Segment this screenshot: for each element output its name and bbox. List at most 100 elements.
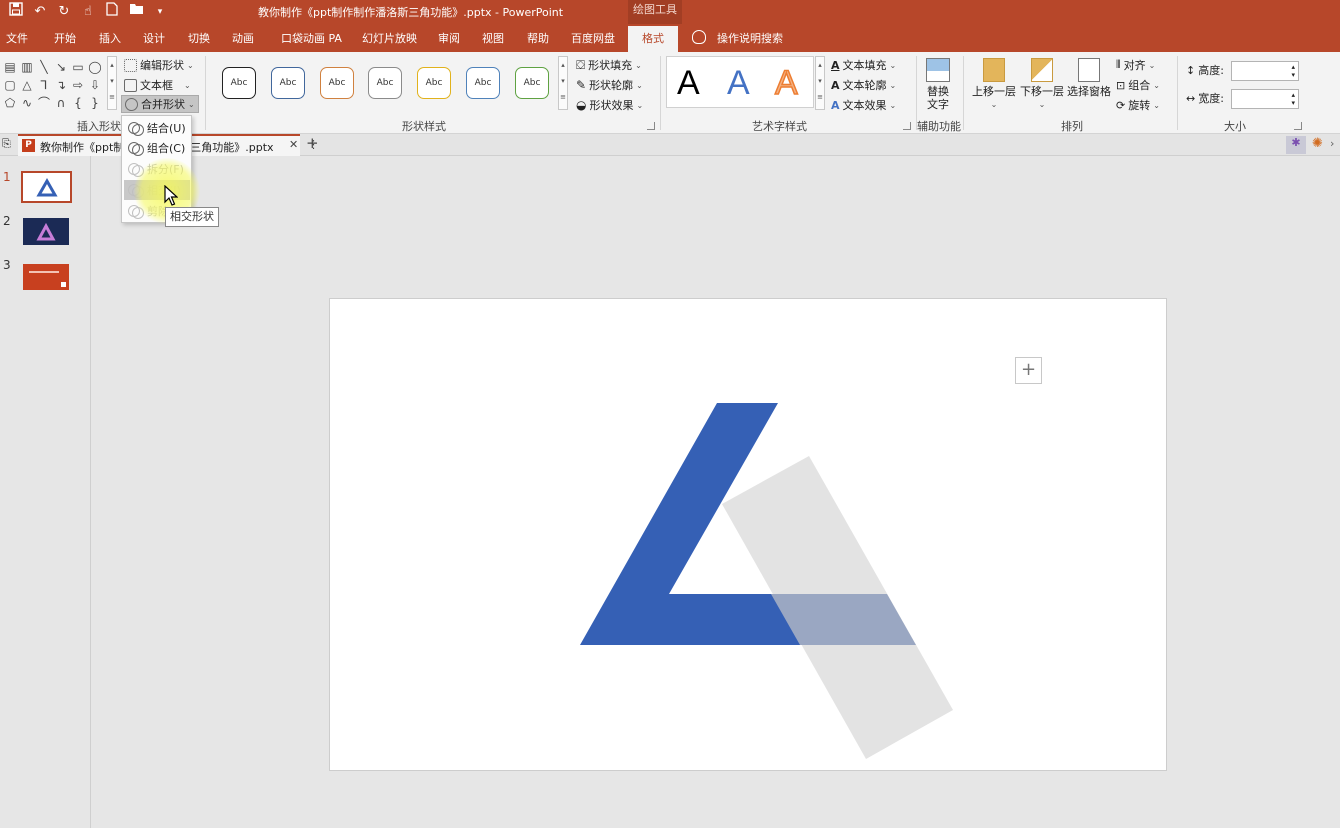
- right-arrow-shape-icon[interactable]: ⇨: [70, 76, 86, 94]
- tab-transitions[interactable]: 切换: [188, 30, 210, 46]
- rectangle-shape-icon[interactable]: ▭: [70, 58, 86, 76]
- shape-effects-button[interactable]: ◒ 形状效果 ⌄: [576, 96, 643, 114]
- wordart-style-black[interactable]: A: [677, 65, 700, 101]
- rotate-button[interactable]: ⟳ 旋转 ⌄: [1116, 96, 1160, 114]
- touch-mode-icon[interactable]: ☝: [78, 2, 98, 22]
- shape-style-5[interactable]: Abc: [417, 67, 451, 99]
- save-icon[interactable]: [6, 2, 26, 22]
- menu-item-intersect[interactable]: 相交(I): [124, 180, 190, 200]
- new-tab-button[interactable]: +: [306, 134, 319, 152]
- elbow-arrow-shape-icon[interactable]: ↴: [53, 76, 69, 94]
- undo-icon[interactable]: ↶: [30, 2, 50, 22]
- redo-icon[interactable]: ↻: [54, 2, 74, 22]
- oval-shape-icon[interactable]: ◯: [87, 58, 103, 76]
- text-outline-button[interactable]: A 文本轮廓 ⌄: [831, 76, 896, 94]
- dialog-launcher-icon[interactable]: [1294, 122, 1302, 130]
- slide-thumbnail-2[interactable]: [23, 218, 69, 245]
- height-label: 高度:: [1198, 64, 1224, 77]
- menu-item-union[interactable]: 结合(U): [124, 118, 190, 138]
- shape-fill-button[interactable]: ⛋ 形状填充 ⌄: [576, 56, 642, 74]
- text-box-shape-icon[interactable]: ▤: [2, 58, 18, 76]
- dialog-launcher-icon[interactable]: [903, 122, 911, 130]
- tab-design[interactable]: 设计: [143, 30, 165, 46]
- arrow-line-shape-icon[interactable]: ↘: [53, 58, 69, 76]
- menu-item-combine[interactable]: 组合(C): [124, 138, 190, 158]
- line-shape-icon[interactable]: ╲: [36, 58, 52, 76]
- text-box-button[interactable]: 文本框 ⌄: [124, 76, 191, 94]
- shape-styles-scroll[interactable]: ▴ ▾ ≡: [558, 56, 568, 110]
- bring-forward-button[interactable]: 上移一层 ⌄: [972, 58, 1016, 111]
- slide-canvas[interactable]: +: [329, 298, 1167, 771]
- tab-pocket-animation[interactable]: 口袋动画 PA: [281, 30, 342, 46]
- merge-shapes-button[interactable]: 合并形状 ⌄: [121, 95, 199, 113]
- text-fill-button[interactable]: A 文本填充 ⌄: [831, 56, 896, 74]
- close-icon[interactable]: ✕: [289, 138, 298, 151]
- add-content-button[interactable]: +: [1015, 357, 1042, 384]
- height-input[interactable]: ▴ ▾: [1231, 61, 1299, 81]
- tell-me-search[interactable]: 操作说明搜索: [717, 30, 783, 46]
- tab-view[interactable]: 视图: [482, 30, 504, 46]
- down-arrow-shape-icon[interactable]: ⇩: [87, 76, 103, 94]
- open-file-icon[interactable]: [126, 2, 146, 22]
- shape-style-3[interactable]: Abc: [320, 67, 354, 99]
- group-objects-button[interactable]: ⊡ 组合 ⌄: [1116, 76, 1160, 94]
- shapes-gallery[interactable]: ▤ ▥ ╲ ↘ ▭ ◯ ▢ △ ⅂ ↴ ⇨ ⇩ ⬠ ∿ ⌒ ∩ { }: [2, 58, 106, 110]
- wordart-gallery[interactable]: A A A: [666, 56, 814, 108]
- panel-toggle-icon[interactable]: ⎘: [2, 137, 11, 151]
- tab-help[interactable]: 帮助: [527, 30, 549, 46]
- align-button[interactable]: ⫴ 对齐 ⌄: [1116, 56, 1155, 74]
- spinner-icon[interactable]: ▴ ▾: [1291, 63, 1295, 79]
- tab-animations[interactable]: 动画: [232, 30, 254, 46]
- spinner-icon[interactable]: ▴ ▾: [1291, 91, 1295, 107]
- alt-text-button[interactable]: 替换 文字: [924, 58, 952, 111]
- group-divider: [963, 56, 964, 130]
- slide-thumbnail-3[interactable]: [23, 264, 69, 290]
- tab-slideshow[interactable]: 幻灯片放映: [362, 30, 417, 46]
- tab-format[interactable]: 格式: [628, 26, 678, 52]
- slide-thumbnail-1[interactable]: [21, 171, 72, 203]
- slide-shapes: [580, 403, 953, 759]
- group-objects-icon: ⊡: [1116, 78, 1126, 92]
- shapes-gallery-scroll[interactable]: ▴ ▾ ≡: [107, 56, 117, 110]
- shape-style-6[interactable]: Abc: [466, 67, 500, 99]
- width-icon: ↔: [1186, 91, 1196, 105]
- tab-baidu-netdisk[interactable]: 百度网盘: [571, 30, 615, 46]
- new-file-icon[interactable]: [102, 2, 122, 22]
- shape-outline-button[interactable]: ✎ 形状轮廓 ⌄: [576, 76, 643, 94]
- shape-style-4[interactable]: Abc: [368, 67, 402, 99]
- arc-shape-icon[interactable]: ⌒: [36, 94, 52, 112]
- chevron-right-icon[interactable]: ›: [1330, 137, 1334, 150]
- subtract-icon: [128, 205, 144, 219]
- wordart-style-blue[interactable]: A: [727, 65, 750, 101]
- pin-icon[interactable]: ✱: [1286, 136, 1306, 154]
- rounded-rect-shape-icon[interactable]: ▢: [2, 76, 18, 94]
- vertical-text-shape-icon[interactable]: ▥: [19, 58, 35, 76]
- ribbon-tabs: 文件 开始 插入 设计 切换 动画 口袋动画 PA 幻灯片放映 审阅 视图 帮助…: [0, 24, 1340, 52]
- right-brace-shape-icon[interactable]: }: [87, 94, 103, 112]
- edit-shape-button[interactable]: 编辑形状 ⌄: [124, 56, 194, 74]
- tab-home[interactable]: 开始: [54, 30, 76, 46]
- left-brace-shape-icon[interactable]: {: [70, 94, 86, 112]
- freeform-shape-icon[interactable]: ⬠: [2, 94, 18, 112]
- selection-pane-button[interactable]: 选择窗格: [1067, 58, 1111, 98]
- tab-file[interactable]: 文件: [6, 30, 28, 46]
- dialog-launcher-icon[interactable]: [647, 122, 655, 130]
- customize-qat-icon[interactable]: ▾: [150, 2, 170, 22]
- chevron-down-icon: ⌄: [635, 60, 642, 70]
- tab-insert[interactable]: 插入: [99, 30, 121, 46]
- shape-style-7[interactable]: Abc: [515, 67, 549, 99]
- wordart-gallery-scroll[interactable]: ▴ ▾ ≡: [815, 56, 825, 110]
- settings-gear-icon[interactable]: ✺: [1312, 136, 1323, 151]
- shape-style-2[interactable]: Abc: [271, 67, 305, 99]
- triangle-shape-icon[interactable]: △: [19, 76, 35, 94]
- tab-review[interactable]: 审阅: [438, 30, 460, 46]
- shape-style-1[interactable]: Abc: [222, 67, 256, 99]
- scribble-shape-icon[interactable]: ∿: [19, 94, 35, 112]
- text-effects-button[interactable]: A 文本效果 ⌄: [831, 96, 896, 114]
- elbow-connector-shape-icon[interactable]: ⅂: [36, 76, 52, 94]
- send-backward-button[interactable]: 下移一层 ⌄: [1020, 58, 1064, 111]
- width-input[interactable]: ▴ ▾: [1231, 89, 1299, 109]
- wordart-style-orange[interactable]: A: [774, 64, 798, 102]
- menu-item-fragment[interactable]: 拆分(F): [124, 159, 190, 179]
- curve-shape-icon[interactable]: ∩: [53, 94, 69, 112]
